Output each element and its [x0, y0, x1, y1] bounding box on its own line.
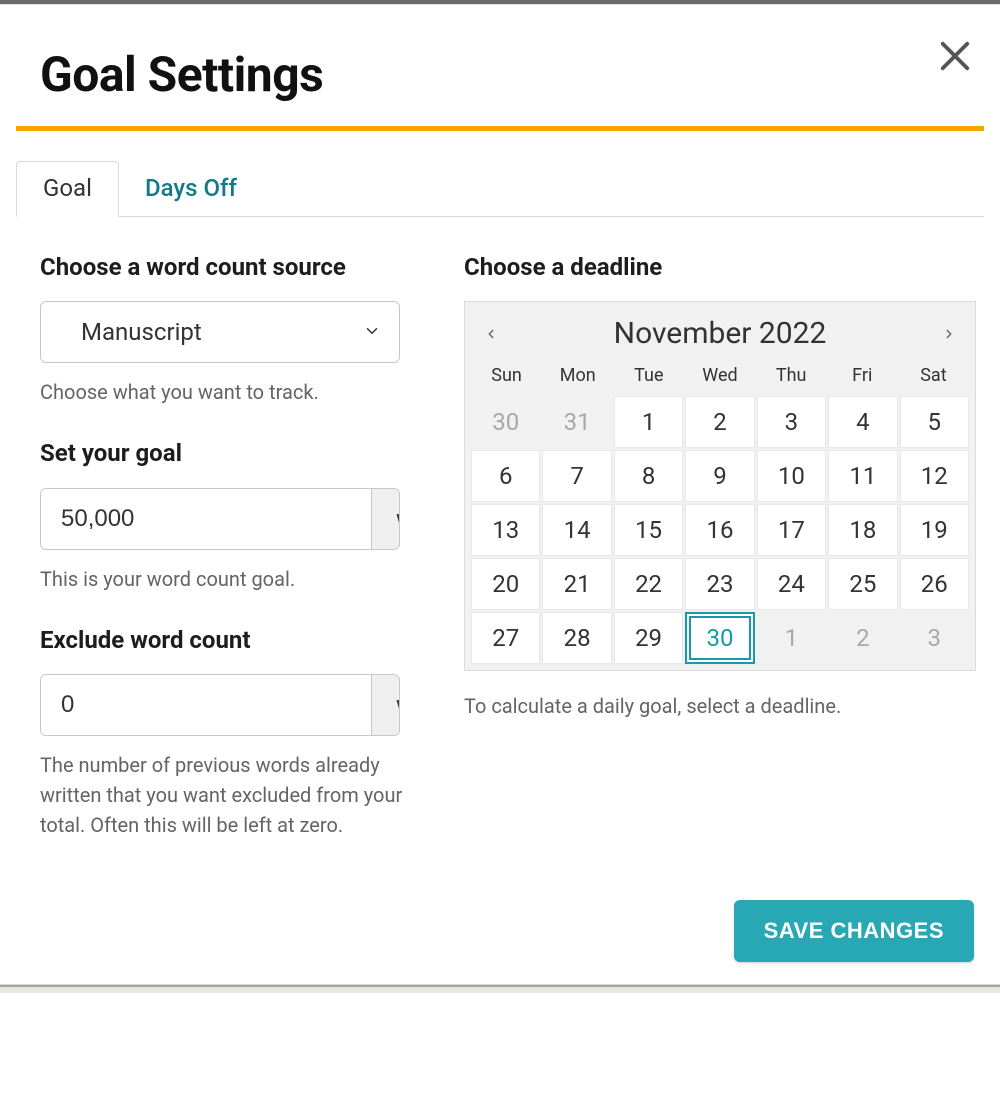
calendar-day[interactable]: 3: [757, 396, 826, 448]
calendar-day-other: 1: [757, 612, 826, 664]
calendar-day[interactable]: 15: [614, 504, 683, 556]
calendar-day-other: 31: [542, 396, 611, 448]
source-helper: Choose what you want to track.: [40, 377, 410, 407]
calendar-day[interactable]: 22: [614, 558, 683, 610]
calendar-day[interactable]: 9: [685, 450, 754, 502]
source-select-value: Manuscript: [81, 318, 202, 346]
calendar-grid: 3031123456789101112131415161718192021222…: [471, 396, 969, 664]
close-icon[interactable]: [934, 35, 976, 77]
calendar-dow-cell: Sun: [471, 365, 542, 386]
deadline-heading: Choose a deadline: [464, 251, 976, 283]
tab-goal[interactable]: Goal: [16, 161, 119, 217]
calendar-day[interactable]: 2: [685, 396, 754, 448]
calendar-day[interactable]: 10: [757, 450, 826, 502]
calendar-day[interactable]: 26: [900, 558, 969, 610]
calendar-dow-cell: Wed: [684, 365, 755, 386]
tabs: Goal Days Off: [16, 161, 984, 217]
accent-rule: [16, 126, 984, 131]
calendar-day[interactable]: 12: [900, 450, 969, 502]
calendar-day[interactable]: 28: [542, 612, 611, 664]
exclude-helper: The number of previous words already wri…: [40, 750, 410, 840]
calendar-day[interactable]: 11: [828, 450, 897, 502]
exclude-heading: Exclude word count: [40, 624, 436, 656]
calendar-day[interactable]: 23: [685, 558, 754, 610]
calendar-day[interactable]: 1: [614, 396, 683, 448]
calendar-day[interactable]: 13: [471, 504, 540, 556]
calendar-day[interactable]: 21: [542, 558, 611, 610]
calendar-day[interactable]: 24: [757, 558, 826, 610]
source-select[interactable]: Manuscript: [40, 301, 400, 363]
calendar-day-other: 3: [900, 612, 969, 664]
calendar-day[interactable]: 29: [614, 612, 683, 664]
goal-heading: Set your goal: [40, 437, 436, 469]
calendar-dow-cell: Fri: [827, 365, 898, 386]
calendar-day[interactable]: 17: [757, 504, 826, 556]
calendar-month: November 2022: [614, 316, 827, 351]
calendar-dow-cell: Mon: [542, 365, 613, 386]
modal-title: Goal Settings: [16, 5, 984, 122]
calendar-prev[interactable]: [477, 320, 505, 348]
save-changes-button[interactable]: SAVE CHANGES: [734, 900, 974, 962]
calendar-dow-cell: Tue: [613, 365, 684, 386]
calendar-day[interactable]: 19: [900, 504, 969, 556]
chevron-down-icon: [363, 318, 381, 346]
calendar-day[interactable]: 7: [542, 450, 611, 502]
calendar-day-other: 30: [471, 396, 540, 448]
source-heading: Choose a word count source: [40, 251, 436, 283]
deadline-calendar: November 2022 SunMonTueWedThuFriSat 3031…: [464, 301, 976, 671]
exclude-input[interactable]: [41, 675, 371, 735]
calendar-day[interactable]: 5: [900, 396, 969, 448]
calendar-day[interactable]: 20: [471, 558, 540, 610]
calendar-day[interactable]: 14: [542, 504, 611, 556]
calendar-day[interactable]: 18: [828, 504, 897, 556]
goal-input[interactable]: [41, 489, 371, 549]
calendar-day-headers: SunMonTueWedThuFriSat: [469, 361, 971, 396]
calendar-day[interactable]: 8: [614, 450, 683, 502]
tab-days-off[interactable]: Days Off: [119, 162, 263, 216]
calendar-day[interactable]: 4: [828, 396, 897, 448]
calendar-day[interactable]: 25: [828, 558, 897, 610]
calendar-day[interactable]: 30: [685, 612, 754, 664]
goal-settings-modal: Goal Settings Goal Days Off Choose a wor…: [0, 4, 1000, 985]
calendar-day[interactable]: 27: [471, 612, 540, 664]
goal-suffix: words: [371, 489, 400, 549]
exclude-suffix: words: [371, 675, 400, 735]
calendar-next[interactable]: [935, 320, 963, 348]
deadline-helper: To calculate a daily goal, select a dead…: [464, 691, 976, 721]
calendar-day[interactable]: 6: [471, 450, 540, 502]
calendar-dow-cell: Sat: [898, 365, 969, 386]
calendar-day[interactable]: 16: [685, 504, 754, 556]
calendar-day-other: 2: [828, 612, 897, 664]
goal-helper: This is your word count goal.: [40, 564, 410, 594]
backdrop-bottom: [0, 985, 1000, 993]
calendar-dow-cell: Thu: [756, 365, 827, 386]
